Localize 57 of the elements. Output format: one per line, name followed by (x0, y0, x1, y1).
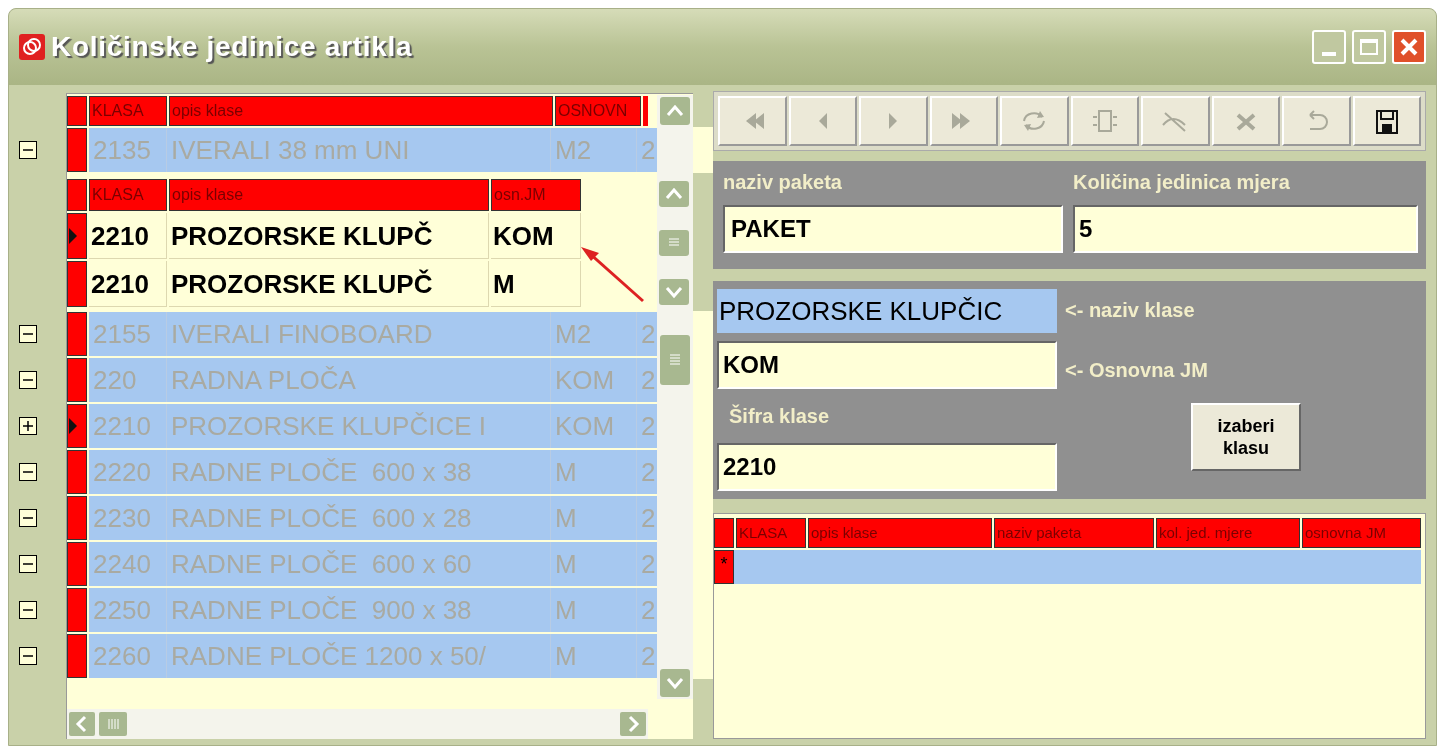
field-label: Količina jedinica mjera (1073, 170, 1291, 195)
class-name-field[interactable]: PROZORSKE KLUPČIC (717, 289, 1057, 333)
column-header[interactable]: osn.JM (491, 179, 581, 211)
column-header[interactable]: osnovna JM (1302, 518, 1421, 548)
column-header[interactable]: naziv paketa (994, 518, 1154, 548)
table-cell: KOM (551, 404, 637, 448)
table-cell: 2210 (89, 261, 167, 307)
table-cell: 220 (89, 358, 167, 402)
table-cell: M (551, 634, 637, 678)
base-unit-field[interactable]: KOM (717, 341, 1057, 389)
column-header[interactable]: KLASA (89, 179, 167, 211)
package-name-field[interactable]: PAKET (723, 205, 1063, 253)
table-cell: M (551, 588, 637, 632)
table-cell: M2 (551, 312, 637, 356)
table-cell: 2230 (89, 496, 167, 540)
table-cell: M (551, 542, 637, 586)
table-cell: 2155 (89, 312, 167, 356)
table-cell: M (551, 450, 637, 494)
table-cell: RADNE PLOČE 600 x 28 (167, 496, 551, 540)
table-cell: M (551, 496, 637, 540)
table-cell: 2240 (89, 542, 167, 586)
column-header[interactable]: opis klase (169, 179, 489, 211)
table-cell: 2135 (89, 128, 167, 172)
column-header[interactable]: KLASA (89, 96, 167, 126)
table-cell: PROZORSKE KLUPČICE I (167, 404, 551, 448)
table-cell: 2220 (89, 450, 167, 494)
new-record-marker: * (714, 550, 734, 584)
table-cell: IVERALI 38 mm UNI (167, 128, 551, 172)
table-cell: M (491, 261, 581, 307)
field-label: Šifra klase (729, 403, 831, 429)
table-cell: 2250 (89, 588, 167, 632)
table-cell: RADNE PLOČE 600 x 38 (167, 450, 551, 494)
field-hint: <- naziv klase (1065, 298, 1196, 323)
column-header[interactable]: opis klase (808, 518, 992, 548)
table-cell: M2 (551, 128, 637, 172)
table-cell: PROZORSKE KLUPČ (169, 213, 489, 259)
column-header[interactable]: opis klase (169, 96, 553, 126)
column-header[interactable]: KLASA (736, 518, 806, 548)
field-label: naziv paketa (723, 170, 843, 195)
table-cell: 2260 (89, 634, 167, 678)
table-cell: RADNE PLOČE 1200 x 50/ (167, 634, 551, 678)
table-cell: KOM (551, 358, 637, 402)
column-header[interactable]: OSNOVN (555, 96, 641, 126)
table-cell: RADNE PLOČE 900 x 38 (167, 588, 551, 632)
table-cell: KOM (491, 213, 581, 259)
table-cell: IVERALI FINOBOARD (167, 312, 551, 356)
choose-class-button[interactable]: izaberi klasu (1191, 403, 1301, 471)
table-cell: PROZORSKE KLUPČ (169, 261, 489, 307)
window-title: Količinske jedinice artikla (51, 30, 413, 64)
table-cell: RADNE PLOČE 600 x 60 (167, 542, 551, 586)
quantity-field[interactable]: 5 (1073, 205, 1418, 253)
class-code-field[interactable]: 2210 (717, 443, 1057, 491)
field-hint: <- Osnovna JM (1065, 358, 1209, 383)
column-header[interactable]: kol. jed. mjere (1156, 518, 1300, 548)
table-cell: 2210 (89, 404, 167, 448)
table-cell: RADNA PLOČA (167, 358, 551, 402)
table-cell: 2210 (89, 213, 167, 259)
